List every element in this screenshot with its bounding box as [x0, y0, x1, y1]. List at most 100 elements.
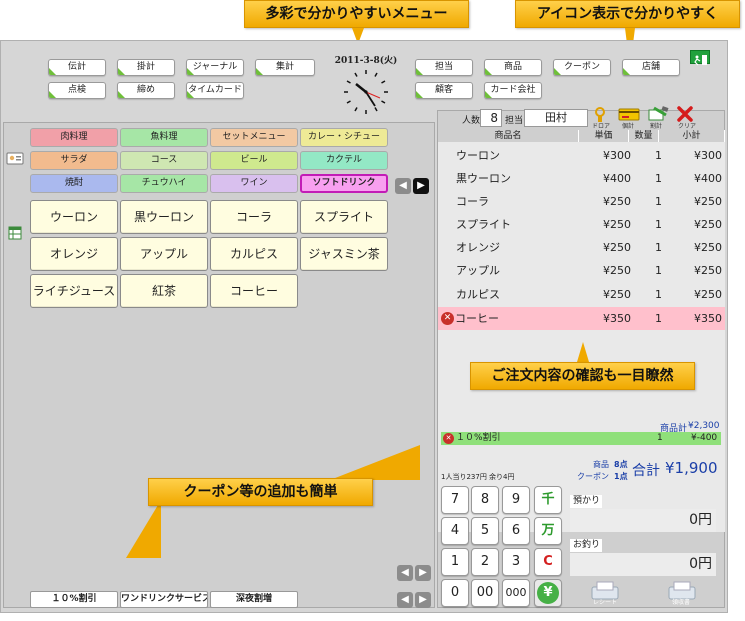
order-row-selected[interactable]: ✕ コーヒー ¥350 1 ¥350	[438, 307, 725, 330]
button-coupon[interactable]: クーポン	[553, 59, 611, 76]
button-tenpo[interactable]: 店舗	[622, 59, 680, 76]
category-beer[interactable]: ビール	[210, 151, 298, 170]
order-row-qty: 1	[655, 241, 662, 254]
category-chuhai[interactable]: チュウハイ	[120, 174, 208, 193]
item-calpis[interactable]: カルピス	[210, 237, 298, 271]
order-row-price: ¥250	[603, 288, 631, 301]
category-wine[interactable]: ワイン	[210, 174, 298, 193]
item-apple[interactable]: アップル	[120, 237, 208, 271]
coupon-prev-button[interactable]: ◀	[397, 592, 413, 608]
clear-label: クリア	[678, 123, 697, 130]
table-sheet-icon[interactable]	[8, 225, 22, 240]
key-enter-yen[interactable]: ¥	[534, 579, 562, 607]
item-black-tea[interactable]: 紅茶	[120, 274, 208, 308]
drawer-label: ドロア	[592, 123, 611, 130]
category-course[interactable]: コース	[120, 151, 208, 170]
customer-card-icon[interactable]	[6, 150, 24, 166]
item-jasmine-tea[interactable]: ジャスミン茶	[300, 237, 388, 271]
key-6[interactable]: 6	[502, 517, 530, 545]
key-0[interactable]: 0	[441, 579, 469, 607]
clear-icon[interactable]: クリア	[674, 106, 698, 130]
exit-icon[interactable]	[690, 50, 710, 66]
key-1[interactable]: 1	[441, 548, 469, 576]
discount-row[interactable]: ✕ １０%割引 1 ¥-400	[441, 432, 721, 445]
key-9[interactable]: 9	[502, 486, 530, 514]
item-oolong[interactable]: ウーロン	[30, 200, 118, 234]
category-cocktail[interactable]: カクテル	[300, 151, 388, 170]
button-shohin[interactable]: 商品	[484, 59, 542, 76]
individual-total-icon[interactable]: 個計	[618, 106, 642, 130]
coupon-10-percent[interactable]: １０%割引	[30, 591, 118, 608]
order-row-name: オレンジ	[456, 241, 500, 254]
key-8[interactable]: 8	[471, 486, 499, 514]
coupon-next-button[interactable]: ▶	[415, 592, 431, 608]
category-shochu[interactable]: 焼酎	[30, 174, 118, 193]
category-soft-drink[interactable]: ソフトドリンク	[300, 174, 388, 193]
order-row[interactable]: スプライト ¥250 1 ¥250	[438, 213, 725, 236]
key-3[interactable]: 3	[502, 548, 530, 576]
button-kokyaku[interactable]: 顧客	[415, 82, 473, 99]
item-sprite[interactable]: スプライト	[300, 200, 388, 234]
category-fish[interactable]: 魚料理	[120, 128, 208, 147]
guest-count-label: 人数	[462, 116, 481, 126]
bill-button[interactable]: 領収書	[665, 581, 699, 609]
order-row-name: アップル	[456, 264, 500, 277]
category-next-button[interactable]: ▶	[413, 178, 429, 194]
category-salad[interactable]: サラダ	[30, 151, 118, 170]
key-clear[interactable]: C	[534, 548, 562, 576]
order-row[interactable]: 黒ウーロン ¥400 1 ¥400	[438, 167, 725, 190]
key-5[interactable]: 5	[471, 517, 499, 545]
discount-name: １０%割引	[456, 433, 501, 443]
category-prev-button[interactable]: ◀	[395, 178, 411, 194]
staff-label: 担当	[505, 116, 524, 126]
button-shime[interactable]: 締め	[117, 82, 175, 99]
button-tanto[interactable]: 担当	[415, 59, 473, 76]
order-row-qty: 1	[655, 218, 662, 231]
order-row-price: ¥250	[603, 195, 631, 208]
key-4[interactable]: 4	[441, 517, 469, 545]
order-row-subtotal: ¥250	[694, 195, 722, 208]
delete-row-icon[interactable]: ✕	[441, 312, 454, 325]
button-journal[interactable]: ジャーナル	[186, 59, 244, 76]
split-total-icon[interactable]: 割計	[646, 106, 670, 130]
item-lychee-juice[interactable]: ライチジュース	[30, 274, 118, 308]
callout-order-tail	[577, 342, 589, 362]
button-card-company[interactable]: カード会社	[484, 82, 542, 99]
per-person-text: 1人当り237円 余り4円	[441, 473, 515, 481]
order-row[interactable]: コーラ ¥250 1 ¥250	[438, 190, 725, 213]
key-thousand[interactable]: 千	[534, 486, 562, 514]
item-prev-button[interactable]: ◀	[397, 565, 413, 581]
button-timecard[interactable]: タイムカード	[186, 82, 244, 99]
key-2[interactable]: 2	[471, 548, 499, 576]
item-next-button[interactable]: ▶	[415, 565, 431, 581]
coupon-late-night[interactable]: 深夜割増	[210, 591, 298, 608]
category-set-menu[interactable]: セットメニュー	[210, 128, 298, 147]
order-row[interactable]: オレンジ ¥250 1 ¥250	[438, 236, 725, 259]
key-ten-thousand[interactable]: 万	[534, 517, 562, 545]
key-7[interactable]: 7	[441, 486, 469, 514]
key-00[interactable]: 00	[471, 579, 499, 607]
button-tenken[interactable]: 点検	[48, 82, 106, 99]
guest-count-input[interactable]: 8	[480, 109, 502, 127]
staff-name-input[interactable]: 田村	[524, 109, 588, 127]
coupon-one-drink[interactable]: ワンドリンクサービス	[120, 591, 208, 608]
key-000[interactable]: 000	[502, 579, 530, 607]
category-curry-stew[interactable]: カレー・シチュー	[300, 128, 388, 147]
button-kakekei[interactable]: 掛計	[117, 59, 175, 76]
delete-discount-icon[interactable]: ✕	[443, 433, 454, 444]
order-row[interactable]: アップル ¥250 1 ¥250	[438, 259, 725, 282]
item-coffee[interactable]: コーヒー	[210, 274, 298, 308]
drawer-icon[interactable]: ドロア	[592, 106, 614, 130]
order-row[interactable]: ウーロン ¥300 1 ¥300	[438, 144, 725, 167]
button-denkei[interactable]: 伝計	[48, 59, 106, 76]
order-row[interactable]: カルピス ¥250 1 ¥250	[438, 283, 725, 306]
callout-icons: アイコン表示で分かりやすく	[515, 0, 740, 28]
item-cola[interactable]: コーラ	[210, 200, 298, 234]
button-shukei[interactable]: 集計	[255, 59, 315, 76]
deposit-field[interactable]: 0円	[570, 509, 716, 532]
item-orange[interactable]: オレンジ	[30, 237, 118, 271]
category-meat[interactable]: 肉料理	[30, 128, 118, 147]
receipt-button[interactable]: レシート	[588, 581, 622, 609]
order-row-name: 黒ウーロン	[456, 172, 511, 185]
item-black-oolong[interactable]: 黒ウーロン	[120, 200, 208, 234]
